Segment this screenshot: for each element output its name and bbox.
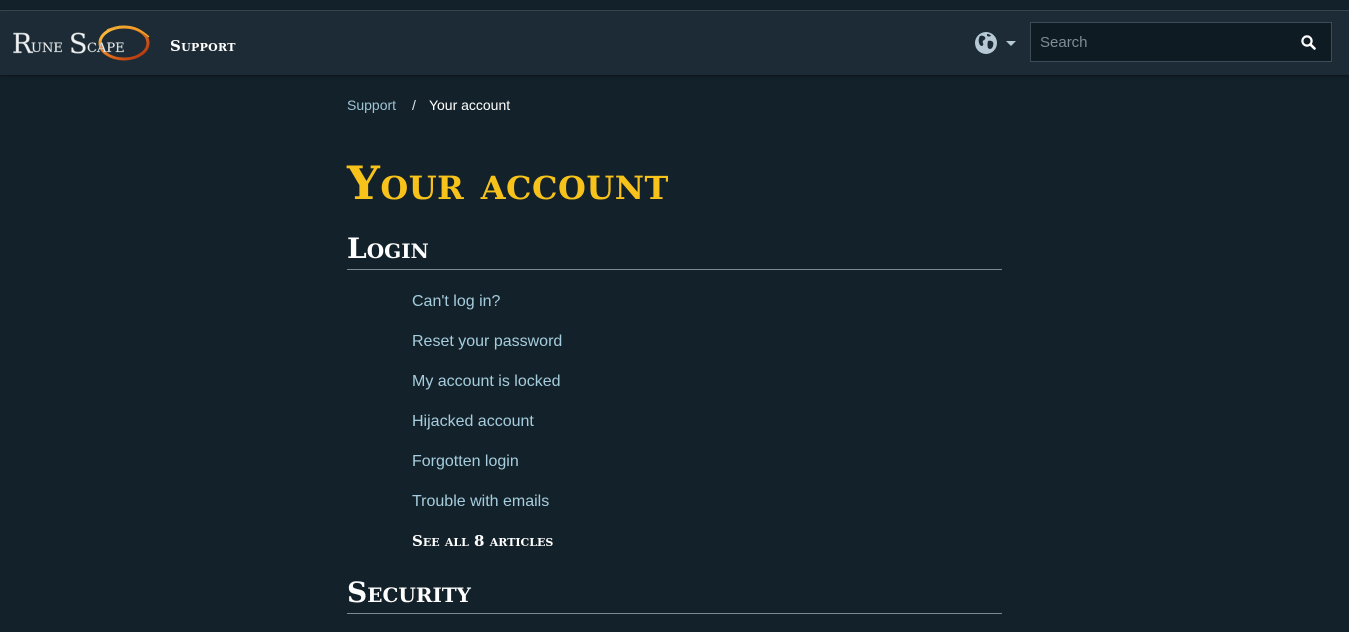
article-link[interactable]: Forgotten login bbox=[412, 453, 519, 470]
site-header: R une S cape Support bbox=[0, 11, 1349, 75]
runescape-logo-mark: R une S cape bbox=[12, 25, 150, 61]
section-title-security: Security bbox=[347, 578, 1002, 614]
section-title-login: Login bbox=[347, 234, 1002, 270]
search-input[interactable] bbox=[1031, 23, 1287, 61]
see-all-login-articles-link[interactable]: See all 8 articles bbox=[412, 532, 553, 550]
svg-text:une: une bbox=[31, 35, 63, 57]
support-home-link[interactable]: Support bbox=[170, 39, 236, 54]
runescape-logo[interactable]: R une S cape bbox=[11, 23, 153, 63]
svg-text:R: R bbox=[12, 29, 33, 60]
svg-text:cape: cape bbox=[87, 35, 125, 57]
top-border bbox=[0, 0, 1349, 11]
language-selector[interactable] bbox=[974, 31, 1018, 55]
svg-text:S: S bbox=[69, 29, 88, 60]
search-box bbox=[1030, 22, 1332, 62]
chevron-down-icon bbox=[1006, 40, 1016, 46]
list-item: My account is locked bbox=[412, 370, 562, 410]
breadcrumb: Support / Your account bbox=[347, 97, 510, 113]
page-title: Your account bbox=[347, 156, 669, 210]
login-article-list: Can't log in? Reset your password My acc… bbox=[412, 290, 562, 530]
article-link[interactable]: My account is locked bbox=[412, 373, 561, 390]
list-item: Trouble with emails bbox=[412, 490, 562, 530]
breadcrumb-separator: / bbox=[412, 97, 416, 113]
list-item: Reset your password bbox=[412, 330, 562, 370]
breadcrumb-support-link[interactable]: Support bbox=[347, 97, 396, 113]
list-item: Hijacked account bbox=[412, 410, 562, 450]
article-link[interactable]: Trouble with emails bbox=[412, 493, 549, 510]
search-button[interactable] bbox=[1285, 23, 1331, 61]
list-item: Forgotten login bbox=[412, 450, 562, 490]
globe-icon bbox=[975, 32, 997, 54]
list-item: Can't log in? bbox=[412, 290, 562, 330]
article-link[interactable]: Hijacked account bbox=[412, 413, 534, 430]
breadcrumb-current: Your account bbox=[428, 97, 511, 113]
article-link[interactable]: Can't log in? bbox=[412, 293, 500, 310]
article-link[interactable]: Reset your password bbox=[412, 333, 562, 350]
search-icon bbox=[1300, 34, 1316, 50]
